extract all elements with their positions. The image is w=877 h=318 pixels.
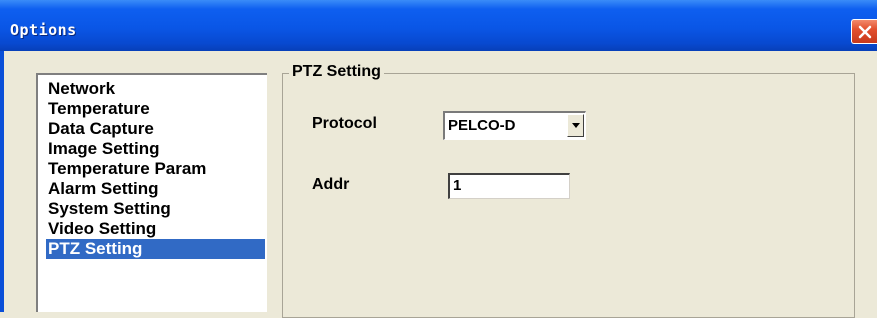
list-item-temperature[interactable]: Temperature (46, 99, 265, 119)
close-button[interactable] (851, 19, 877, 44)
addr-value: 1 (453, 177, 462, 194)
addr-input[interactable]: 1 (448, 173, 570, 199)
groupbox-title: PTZ Setting (289, 62, 384, 82)
chevron-down-icon (572, 123, 580, 128)
list-item-ptz-setting[interactable]: PTZ Setting (46, 239, 265, 259)
list-item-image-setting[interactable]: Image Setting (46, 139, 265, 159)
list-item-temperature-param[interactable]: Temperature Param (46, 159, 265, 179)
protocol-selected-value: PELCO-D (448, 117, 516, 134)
window-title: Options (10, 21, 77, 39)
dialog-client-area: Network Temperature Data Capture Image S… (4, 51, 877, 318)
protocol-label: Protocol (312, 115, 377, 132)
protocol-select[interactable]: PELCO-D (443, 111, 586, 140)
list-item-video-setting[interactable]: Video Setting (46, 219, 265, 239)
settings-category-list[interactable]: Network Temperature Data Capture Image S… (36, 73, 267, 312)
protocol-dropdown-button[interactable] (567, 114, 584, 137)
list-item-alarm-setting[interactable]: Alarm Setting (46, 179, 265, 199)
close-icon (858, 25, 872, 39)
list-item-data-capture[interactable]: Data Capture (46, 119, 265, 139)
title-bar[interactable]: Options (0, 0, 877, 51)
options-window: Options Network Temperature Data Capture… (0, 0, 877, 318)
list-item-network[interactable]: Network (46, 79, 265, 99)
addr-label: Addr (312, 176, 350, 193)
list-item-system-setting[interactable]: System Setting (46, 199, 265, 219)
